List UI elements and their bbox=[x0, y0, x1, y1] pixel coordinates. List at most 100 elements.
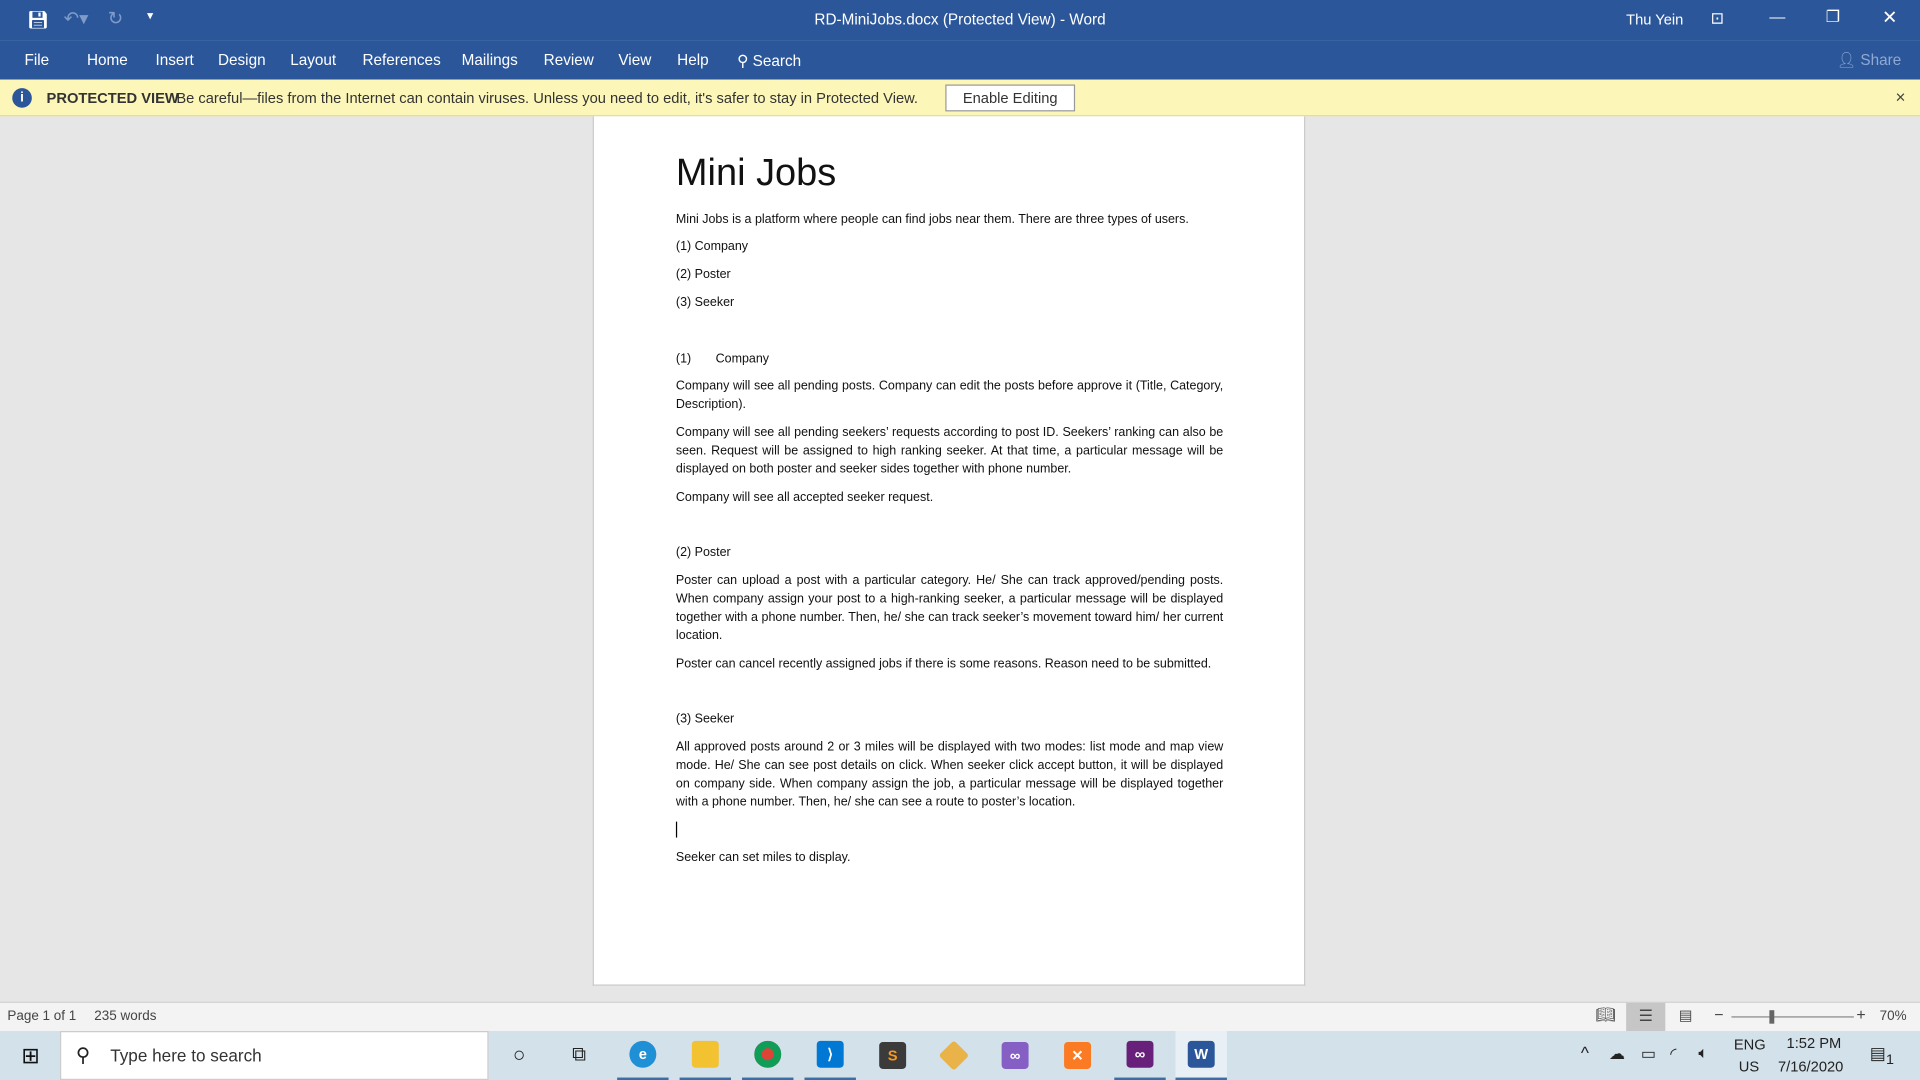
list-item: (2) Poster bbox=[675, 268, 731, 282]
search-box[interactable]: ⚲ Search bbox=[737, 51, 801, 70]
word-icon: W bbox=[1187, 1040, 1215, 1068]
tab-review[interactable]: Review bbox=[544, 51, 594, 68]
zoom-level[interactable]: 70% bbox=[1880, 1009, 1907, 1024]
visual-studio-icon: ∞ bbox=[1001, 1042, 1029, 1069]
visual-studio-icon: ∞ bbox=[1126, 1040, 1154, 1068]
notification-icon[interactable]: ▤1 bbox=[1870, 1043, 1894, 1067]
read-mode-icon[interactable]: 📖︎ bbox=[1596, 1005, 1616, 1025]
protected-view-bar: i PROTECTED VIEW Be careful—files from t… bbox=[0, 79, 1920, 117]
search-icon: ⚲ bbox=[737, 52, 749, 70]
onedrive-icon[interactable]: ☁ bbox=[1609, 1044, 1625, 1064]
taskbar-xampp[interactable]: ✕ bbox=[1052, 1031, 1103, 1080]
minimize-icon[interactable]: — bbox=[1769, 7, 1785, 25]
taskbar-word[interactable]: W bbox=[1175, 1031, 1227, 1080]
text-cursor bbox=[675, 821, 678, 838]
protected-view-message: Be careful—files from the Internet can c… bbox=[176, 89, 919, 107]
volume-icon[interactable]: 🔈︎ bbox=[1698, 1043, 1708, 1063]
paragraph: Seeker can set miles to display. bbox=[675, 851, 851, 865]
tab-view[interactable]: View bbox=[618, 51, 651, 68]
taskbar-search-input[interactable]: Type here to search bbox=[110, 1046, 262, 1066]
ribbon-tabs: File Home Insert Design Layout Reference… bbox=[0, 40, 1920, 80]
cortana-icon: ○ bbox=[512, 1043, 526, 1067]
taskbar: ⊞ ⚲ Type here to search ○ ⧉ e ⟩ S ∞ ✕ ∞ … bbox=[0, 1031, 1920, 1080]
taskbar-chrome[interactable] bbox=[742, 1031, 794, 1080]
search-icon: ⚲ bbox=[75, 1045, 91, 1067]
clock-date[interactable]: 7/16/2020 bbox=[1778, 1058, 1843, 1075]
vscode-icon: ⟩ bbox=[816, 1040, 844, 1068]
save-icon[interactable]: 💾︎ bbox=[27, 10, 49, 31]
wifi-icon[interactable]: ◜ bbox=[1670, 1044, 1676, 1064]
customize-toolbar-icon[interactable]: ▾ bbox=[147, 10, 153, 23]
tab-layout[interactable]: Layout bbox=[290, 51, 336, 68]
taskbar-search[interactable]: ⚲ Type here to search bbox=[60, 1031, 489, 1080]
language-us[interactable]: US bbox=[1739, 1058, 1759, 1075]
intro-paragraph: Mini Jobs is a platform where people can… bbox=[675, 213, 1189, 227]
document-page[interactable]: Mini Jobs Mini Jobs is a platform where … bbox=[592, 116, 1306, 986]
page-count[interactable]: Page 1 of 1 bbox=[7, 1009, 76, 1024]
taskbar-vscode[interactable]: ⟩ bbox=[804, 1031, 856, 1080]
section-number: (1) bbox=[675, 352, 692, 367]
battery-icon[interactable]: ▭ bbox=[1641, 1044, 1656, 1064]
start-button[interactable]: ⊞ bbox=[5, 1031, 56, 1080]
xampp-icon: ✕ bbox=[1064, 1042, 1092, 1069]
paragraph: All approved posts around 2 or 3 miles w… bbox=[675, 740, 1224, 810]
ribbon-display-options-icon[interactable]: ⊡ bbox=[1711, 9, 1724, 29]
taskbar-git[interactable] bbox=[928, 1031, 979, 1080]
sublime-icon: S bbox=[879, 1042, 907, 1069]
windows-icon: ⊞ bbox=[21, 1042, 40, 1068]
list-item: (1) Company bbox=[675, 240, 749, 254]
chrome-icon bbox=[754, 1040, 782, 1068]
redo-icon[interactable]: ↻ bbox=[108, 7, 123, 30]
tab-design[interactable]: Design bbox=[218, 51, 266, 68]
tab-mailings[interactable]: Mailings bbox=[462, 51, 518, 68]
zoom-slider-thumb[interactable] bbox=[1769, 1010, 1775, 1024]
show-hidden-icons[interactable]: ^ bbox=[1581, 1043, 1589, 1063]
title-bar: 💾︎ ↶▾ ↻ ▾ RD-MiniJobs.docx (Protected Vi… bbox=[0, 0, 1920, 41]
taskbar-visual-studio-2[interactable]: ∞ bbox=[1114, 1031, 1166, 1080]
status-bar: Page 1 of 1 235 words 📖︎ ☰ ▤ − + 70% bbox=[0, 1001, 1920, 1032]
user-name[interactable]: Thu Yein bbox=[1626, 11, 1683, 28]
paragraph: Company will see all accepted seeker req… bbox=[675, 491, 934, 505]
taskbar-edge[interactable]: e bbox=[617, 1031, 669, 1080]
tab-help[interactable]: Help bbox=[677, 51, 708, 68]
share-label: Share bbox=[1860, 51, 1902, 69]
tab-file[interactable]: File bbox=[24, 51, 49, 68]
cortana-button[interactable]: ○ bbox=[493, 1031, 544, 1080]
section-heading-seeker: (3) Seeker bbox=[675, 712, 735, 727]
paragraph: Company will see all pending seekers’ re… bbox=[675, 426, 1224, 477]
git-icon bbox=[938, 1040, 970, 1071]
paragraph: Poster can cancel recently assigned jobs… bbox=[675, 657, 1212, 672]
undo-icon[interactable]: ↶▾ bbox=[64, 7, 89, 30]
section-heading-company: (1) Company bbox=[676, 350, 1223, 368]
taskbar-visual-studio[interactable]: ∞ bbox=[989, 1031, 1040, 1080]
list-item: (3) Seeker bbox=[675, 296, 735, 310]
word-count[interactable]: 235 words bbox=[94, 1009, 156, 1024]
taskbar-sublime[interactable]: S bbox=[867, 1031, 918, 1080]
protected-view-label: PROTECTED VIEW bbox=[46, 89, 179, 107]
enable-editing-button[interactable]: Enable Editing bbox=[945, 84, 1076, 112]
zoom-out-button[interactable]: − bbox=[1714, 1005, 1723, 1023]
zoom-in-button[interactable]: + bbox=[1856, 1005, 1865, 1023]
clock-time[interactable]: 1:52 PM bbox=[1787, 1035, 1842, 1052]
share-button[interactable]: 👤︎ Share bbox=[1837, 51, 1902, 69]
close-icon[interactable]: ✕ bbox=[1882, 6, 1897, 28]
web-layout-icon[interactable]: ▤ bbox=[1679, 1007, 1693, 1024]
close-protected-bar-icon[interactable]: × bbox=[1896, 87, 1906, 107]
tab-insert[interactable]: Insert bbox=[156, 51, 194, 68]
task-view-icon: ⧉ bbox=[572, 1044, 587, 1066]
language-eng[interactable]: ENG bbox=[1734, 1036, 1766, 1053]
task-view-button[interactable]: ⧉ bbox=[553, 1031, 604, 1080]
restore-icon[interactable]: ❐ bbox=[1826, 7, 1840, 27]
paragraph: Company will see all pending posts. Comp… bbox=[675, 379, 1224, 412]
paragraph: Poster can upload a post with a particul… bbox=[675, 574, 1224, 643]
taskbar-file-explorer[interactable] bbox=[679, 1031, 732, 1080]
section-heading-poster: (2) Poster bbox=[675, 546, 731, 560]
zoom-slider[interactable] bbox=[1731, 1010, 1854, 1024]
print-layout-icon[interactable]: ☰ bbox=[1626, 1002, 1666, 1032]
section-title: Company bbox=[715, 352, 770, 367]
shield-info-icon: i bbox=[12, 88, 32, 108]
tab-home[interactable]: Home bbox=[87, 51, 128, 68]
document-title: Mini Jobs bbox=[675, 150, 837, 194]
edge-icon: e bbox=[629, 1040, 657, 1068]
tab-references[interactable]: References bbox=[362, 51, 440, 68]
